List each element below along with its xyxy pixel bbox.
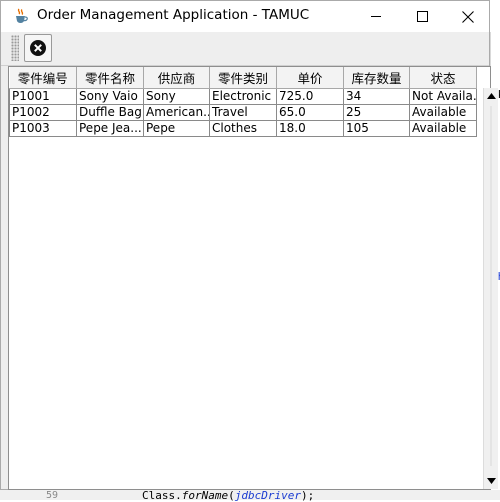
app-window: Order Management Application - TAMUC 零件编…: [0, 0, 498, 490]
minimize-icon: [370, 16, 381, 17]
code-suffix: );: [300, 489, 315, 502]
close-circle-icon: [30, 40, 46, 56]
scroll-down-button[interactable]: [484, 473, 498, 489]
background-code-line: Class.forName(jdbcDriver);: [142, 489, 314, 502]
table-row[interactable]: P1002 Duffle Bag American... Travel 65.0…: [9, 104, 477, 121]
cell-category[interactable]: Clothes: [209, 120, 277, 137]
cell-status[interactable]: Available: [409, 104, 477, 121]
table-row[interactable]: P1001 Sony Vaio Sony Electronic 725.0 34…: [9, 88, 477, 105]
column-header-category[interactable]: 零件类别: [209, 67, 277, 89]
cell-stock[interactable]: 34: [343, 88, 410, 105]
column-header-part-name[interactable]: 零件名称: [76, 67, 144, 89]
column-header-supplier[interactable]: 供应商: [143, 67, 210, 89]
parts-table: 零件编号 零件名称 供应商 零件类别 单价 库存数量 状态 P1001 Sony…: [9, 67, 477, 137]
code-paren: (: [228, 489, 235, 502]
toolbar-grip-handle[interactable]: [11, 35, 19, 61]
close-icon: [462, 10, 474, 23]
cell-status[interactable]: Available: [409, 120, 477, 137]
column-header-stock[interactable]: 库存数量: [343, 67, 410, 89]
maximize-icon: [416, 11, 428, 22]
toolbar: [1, 32, 489, 66]
cell-stock[interactable]: 25: [343, 104, 410, 121]
cell-part-id[interactable]: P1002: [9, 104, 77, 121]
table-row[interactable]: P1003 Pepe Jea... Pepe Clothes 18.0 105 …: [9, 120, 477, 137]
column-header-price[interactable]: 单价: [276, 67, 344, 89]
title-bar[interactable]: Order Management Application - TAMUC: [1, 1, 489, 32]
code-method: forName: [181, 489, 229, 502]
cell-status[interactable]: Not Availa...: [409, 88, 477, 105]
scrollbar-track[interactable]: [490, 106, 492, 466]
minimize-button[interactable]: [353, 1, 399, 32]
java-cup-icon: [16, 8, 28, 23]
maximize-button[interactable]: [399, 1, 445, 32]
cell-stock[interactable]: 105: [343, 120, 410, 137]
background-line-number: 59: [46, 490, 59, 501]
cell-part-name[interactable]: Pepe Jea...: [76, 120, 144, 137]
cell-category[interactable]: Electronic: [209, 88, 277, 105]
scroll-up-button[interactable]: [484, 88, 498, 104]
table-header-row: 零件编号 零件名称 供应商 零件类别 单价 库存数量 状态: [9, 67, 477, 89]
cell-category[interactable]: Travel: [209, 104, 277, 121]
content-area: 零件编号 零件名称 供应商 零件类别 单价 库存数量 状态 P1001 Sony…: [1, 66, 498, 490]
column-header-part-id[interactable]: 零件编号: [9, 67, 77, 89]
window-title: Order Management Application - TAMUC: [37, 7, 310, 23]
cell-supplier[interactable]: Sony: [143, 88, 210, 105]
vertical-scrollbar[interactable]: [483, 88, 498, 489]
close-app-button[interactable]: [24, 34, 52, 62]
cell-part-name[interactable]: Sony Vaio: [76, 88, 144, 105]
close-window-button[interactable]: [445, 1, 491, 32]
cell-price[interactable]: 65.0: [276, 104, 344, 121]
chevron-up-icon: [486, 93, 496, 99]
cell-supplier[interactable]: Pepe: [143, 120, 210, 137]
chevron-down-icon: [486, 478, 496, 484]
cell-supplier[interactable]: American...: [143, 104, 210, 121]
cell-part-id[interactable]: P1001: [9, 88, 77, 105]
cell-price[interactable]: 18.0: [276, 120, 344, 137]
cell-part-name[interactable]: Duffle Bag: [76, 104, 144, 121]
cell-price[interactable]: 725.0: [276, 88, 344, 105]
column-header-status[interactable]: 状态: [409, 67, 477, 89]
code-variable: jdbcDriver: [234, 489, 301, 502]
cell-part-id[interactable]: P1003: [9, 120, 77, 137]
parts-table-scrollpane: 零件编号 零件名称 供应商 零件类别 单价 库存数量 状态 P1001 Sony…: [8, 66, 498, 490]
code-class-prefix: Class.: [142, 489, 182, 502]
